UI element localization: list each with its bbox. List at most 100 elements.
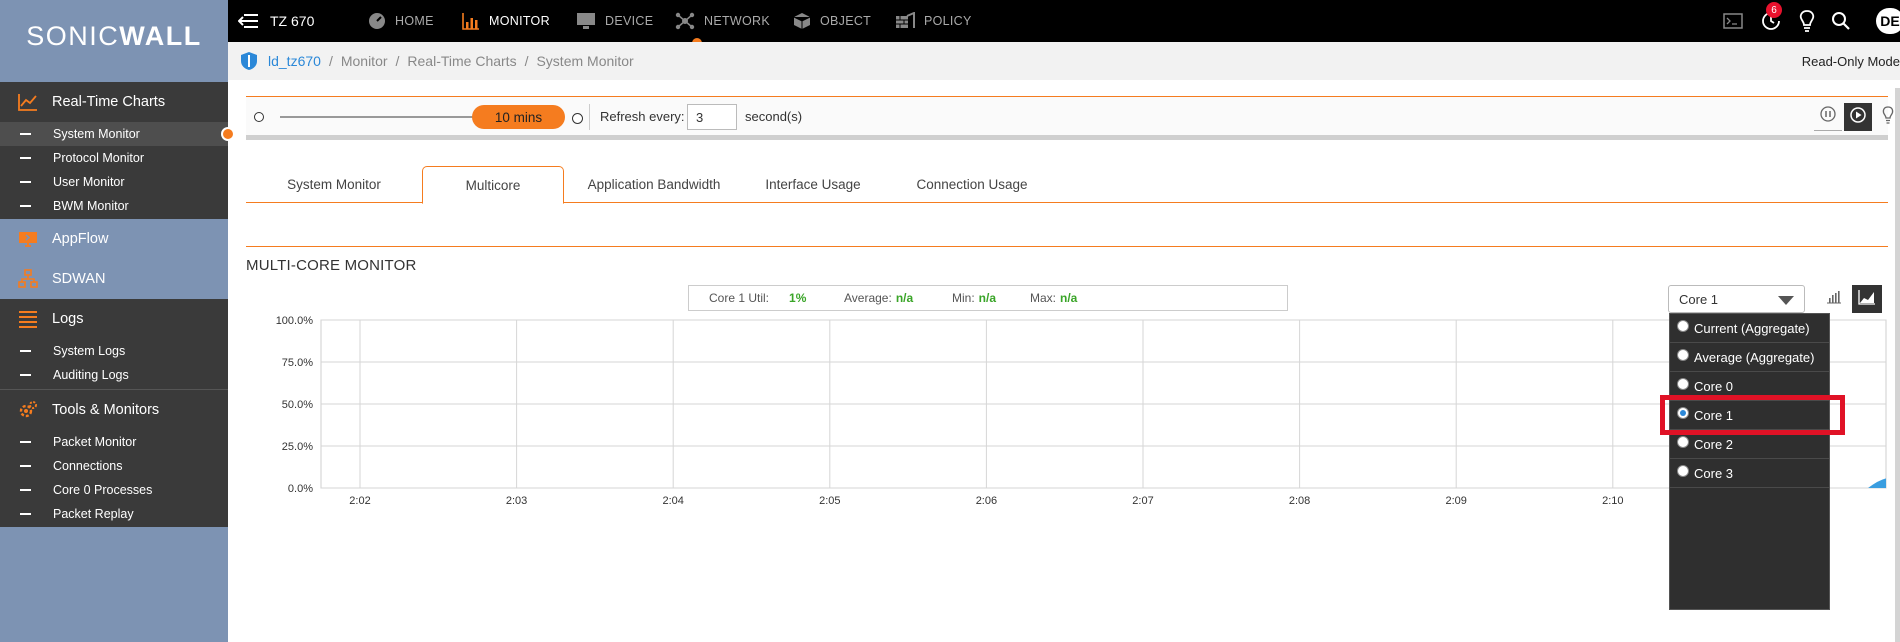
device-name: TZ 670 (270, 13, 315, 29)
area-chart-toggle[interactable] (1852, 285, 1882, 313)
nav-label: MONITOR (489, 14, 550, 28)
sidebar-group-header-sdwan[interactable]: SDWAN (0, 259, 228, 299)
breadcrumb-realtime-charts[interactable]: Real-Time Charts (407, 53, 516, 69)
sidebar-group-header-tools[interactable]: Tools & Monitors (0, 390, 228, 430)
monitor-chart-icon (462, 12, 480, 30)
dashboard-gauge-icon (368, 12, 386, 30)
nav-policy[interactable]: POLICY (895, 0, 972, 42)
chart-controls-bar: 10 mins Refresh every: second(s) (246, 96, 1894, 140)
tab-system-monitor[interactable]: System Monitor (246, 166, 422, 203)
sidebar-item-protocol-monitor[interactable]: Protocol Monitor (0, 146, 228, 170)
nav-home[interactable]: HOME (368, 0, 434, 42)
core-option-average-aggregate[interactable]: Average (Aggregate) (1670, 343, 1829, 372)
nav-label: OBJECT (820, 14, 872, 28)
option-label: Core 2 (1694, 436, 1734, 452)
sidebar-group-label: AppFlow (52, 231, 109, 247)
radio-icon (1677, 378, 1689, 390)
slider-start-marker (254, 112, 264, 122)
stat-value: 1% (789, 291, 807, 305)
sidebar-item-packet-monitor[interactable]: Packet Monitor (0, 430, 228, 454)
breadcrumb-separator: / (328, 53, 333, 69)
dash-icon (20, 513, 31, 515)
stat-min: Min: n/a (952, 286, 996, 310)
x-tick-label: 2:09 (1445, 495, 1466, 507)
refresh-label: Refresh every: (600, 108, 685, 124)
terminal-icon[interactable] (1720, 8, 1746, 34)
stat-label: Max: (1030, 291, 1057, 305)
refresh-interval-input[interactable] (687, 104, 737, 130)
bar-chart-toggle[interactable] (1820, 286, 1848, 312)
sidebar-item-label: Protocol Monitor (53, 151, 145, 165)
sidebar: SONICWALL Real-Time Charts System Monito… (0, 0, 235, 642)
sdwan-icon (18, 269, 38, 289)
dash-icon (20, 205, 31, 207)
nav-label: NETWORK (704, 14, 770, 28)
sidebar-group-logs: Logs System Logs Auditing Logs (0, 299, 228, 389)
read-only-mode-label[interactable]: Read-Only Mode (1802, 42, 1900, 80)
device-screen-icon (576, 12, 596, 30)
nav-object[interactable]: OBJECT (793, 0, 871, 42)
time-range-slider-handle[interactable]: 10 mins (472, 105, 565, 129)
lightbulb-icon[interactable] (1794, 8, 1820, 34)
stat-label: Min: (952, 291, 975, 305)
core-option-core-3[interactable]: Core 3 (1670, 459, 1829, 488)
sidebar-item-connections[interactable]: Connections (0, 454, 228, 478)
sidebar-item-auditing-logs[interactable]: Auditing Logs (0, 363, 228, 387)
sidebar-item-packet-replay[interactable]: Packet Replay (0, 502, 228, 526)
sidebar-group-label: Real-Time Charts (52, 94, 166, 110)
dash-icon (20, 374, 31, 376)
tab-multicore[interactable]: Multicore (422, 166, 564, 204)
breadcrumb-monitor[interactable]: Monitor (341, 53, 388, 69)
active-item-indicator (221, 127, 235, 141)
sidebar-group-header-logs[interactable]: Logs (0, 299, 228, 339)
sidebar-item-system-logs[interactable]: System Logs (0, 339, 228, 363)
sidebar-group-label: SDWAN (52, 271, 106, 287)
device-menu-button[interactable]: TZ 670 (237, 0, 315, 42)
option-label: Core 0 (1694, 378, 1734, 394)
stat-value: n/a (978, 291, 997, 305)
nav-monitor[interactable]: MONITOR (462, 0, 550, 42)
sidebar-group-header-realtime[interactable]: Real-Time Charts (0, 82, 228, 122)
core-option-current-aggregate[interactable]: Current (Aggregate) (1670, 314, 1829, 343)
dash-icon (20, 157, 31, 159)
dash-icon (20, 465, 31, 467)
sidebar-item-label: Auditing Logs (53, 368, 129, 382)
search-icon[interactable] (1828, 8, 1854, 34)
play-button[interactable] (1844, 103, 1872, 131)
sidebar-group-label: Logs (52, 311, 84, 327)
sidebar-item-label: System Logs (53, 344, 126, 358)
sonicwall-logo[interactable]: SONICWALL (0, 0, 228, 72)
sidebar-item-label: Packet Replay (53, 507, 134, 521)
pause-icon (1820, 106, 1836, 127)
breadcrumb-device-link[interactable]: ld_tz670 (268, 53, 321, 69)
tab-connection-usage[interactable]: Connection Usage (882, 166, 1062, 203)
sidebar-item-system-monitor[interactable]: System Monitor (0, 122, 228, 146)
nav-device[interactable]: DEVICE (576, 0, 653, 42)
sidebar-group-label: Tools & Monitors (52, 402, 160, 418)
option-label: Current (Aggregate) (1694, 320, 1810, 336)
core-select-dropdown[interactable]: Core 1 (1668, 285, 1805, 313)
nav-network[interactable]: NETWORK (675, 0, 770, 42)
lightbulb-icon (1882, 105, 1894, 129)
sidebar-item-label: User Monitor (53, 175, 125, 189)
option-label: Core 3 (1694, 465, 1734, 481)
tools-gear-icon (18, 400, 38, 420)
play-icon (1850, 106, 1866, 128)
breadcrumb-system-monitor: System Monitor (536, 53, 634, 69)
sidebar-group-realtime: Real-Time Charts System Monitor Protocol… (0, 82, 228, 219)
slider-end-marker (572, 113, 583, 124)
user-avatar[interactable]: DE (1876, 8, 1900, 34)
top-navigation-bar: TZ 670 HOME MONITOR DEVICE NETWORK OBJEC… (228, 0, 1900, 50)
stat-label: Average: (844, 291, 892, 305)
sidebar-group-header-appflow[interactable]: AppFlow (0, 219, 228, 259)
tab-interface-usage[interactable]: Interface Usage (744, 166, 882, 203)
sidebar-item-bwm-monitor[interactable]: BWM Monitor (0, 194, 228, 218)
tab-application-bandwidth[interactable]: Application Bandwidth (564, 166, 744, 203)
sidebar-item-user-monitor[interactable]: User Monitor (0, 170, 228, 194)
pause-button[interactable] (1814, 103, 1842, 131)
sidebar-item-core0-processes[interactable]: Core 0 Processes (0, 478, 228, 502)
tips-button[interactable] (1874, 103, 1900, 131)
time-range-slider-track[interactable] (280, 116, 480, 118)
shield-icon (240, 51, 258, 71)
dash-icon (20, 350, 31, 352)
